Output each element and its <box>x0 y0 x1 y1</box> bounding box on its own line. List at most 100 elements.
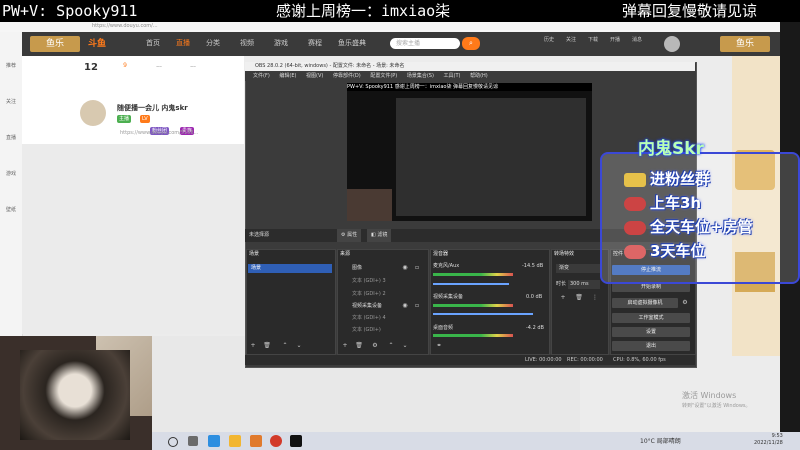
obs-titlebar[interactable]: OBS 28.0.2 (64-bit, windows) - 配置文件: 未命名… <box>245 62 695 71</box>
duration-input[interactable]: 300 ms <box>568 280 600 289</box>
properties-button[interactable]: ⚙ 属性 <box>337 229 362 242</box>
transition-select[interactable]: 渐变 <box>556 264 602 273</box>
eye-icon[interactable]: ◉ <box>400 264 410 272</box>
app-icon[interactable] <box>250 435 262 447</box>
search-icon[interactable] <box>168 437 178 447</box>
mixer-title: 混音器 <box>433 251 449 257</box>
add-scene-icon[interactable]: + <box>248 342 258 350</box>
weather-tray[interactable]: 10°C 局部晴朗 <box>640 436 681 445</box>
menu-docks[interactable]: 停靠部件(D) <box>333 71 361 81</box>
cpu-fps: CPU: 0.8%, 60.00 fps <box>613 357 666 363</box>
source-item[interactable]: 文本 (GDI+) <box>352 326 381 335</box>
move-down-icon[interactable]: ⌄ <box>400 342 410 350</box>
obs-statusbar: LIVE: 00:00:00 REC: 00:00:00 CPU: 0.8%, … <box>245 355 695 365</box>
rail-item-game[interactable]: 游戏 <box>3 170 19 186</box>
source-item[interactable]: 文本 (GDI+) 4 <box>352 314 386 323</box>
search-input[interactable]: 搜索主播 <box>390 38 460 49</box>
download-icon[interactable]: 下载 <box>584 36 602 43</box>
menu-help[interactable]: 帮助(H) <box>470 71 488 81</box>
obs-app-icon[interactable] <box>290 435 302 447</box>
source-item[interactable]: 文本 (GDI+) 3 <box>352 277 386 286</box>
add-transition-icon[interactable]: + <box>558 294 568 302</box>
duration-label: 时长 <box>556 281 567 287</box>
menu-file[interactable]: 文件(F) <box>253 71 270 81</box>
perk-text: 进粉丝群 <box>650 170 711 188</box>
source-item[interactable]: 文本 (GDI+) 2 <box>352 290 386 299</box>
remove-scene-icon[interactable]: 🗑 <box>262 342 272 350</box>
lock-icon[interactable]: ▫ <box>412 264 422 272</box>
rail-item-follow[interactable]: 关注 <box>3 98 19 114</box>
nav-live[interactable]: 直播 <box>176 38 190 48</box>
folder-icon[interactable] <box>229 435 241 447</box>
host-tag: LV <box>140 115 150 123</box>
gear-icon[interactable]: ⚙ <box>370 342 380 350</box>
virtual-camera-button[interactable]: 启动虚拟摄像机 <box>612 298 678 308</box>
more-icon[interactable]: ⋮ <box>590 294 600 302</box>
nav-home[interactable]: 首页 <box>146 38 160 48</box>
chat-area <box>22 144 244 334</box>
source-item[interactable]: 图像 <box>352 264 362 273</box>
message-icon[interactable]: 消息 <box>628 36 646 43</box>
task-stat: ... <box>190 62 196 69</box>
gear-icon[interactable]: ⚙ <box>680 299 690 307</box>
nav-festival[interactable]: 鱼乐盛典 <box>338 38 366 48</box>
task-view-icon[interactable] <box>188 436 198 446</box>
link-icon[interactable]: ⚭ <box>434 342 444 350</box>
studio-mode-button[interactable]: 工作室模式 <box>612 313 690 323</box>
source-item[interactable]: 视频采集设备 <box>352 302 382 311</box>
menu-profile[interactable]: 配置文件(P) <box>370 71 397 81</box>
mixer-channel-db: -4.2 dB <box>526 325 544 331</box>
menu-scene-collection[interactable]: 场景集合(S) <box>407 71 434 81</box>
heat-stat: ... <box>156 62 162 69</box>
menu-tools[interactable]: 工具(T) <box>444 71 461 81</box>
follow-icon[interactable]: 关注 <box>562 36 580 43</box>
rail-item-wallpaper[interactable]: 壁纸 <box>3 206 19 222</box>
site-logo-left[interactable]: 鱼乐 <box>30 36 80 52</box>
volume-slider[interactable] <box>433 313 533 315</box>
move-down-icon[interactable]: ⌄ <box>294 342 304 350</box>
stream-top-banner: PW+V: Spooky911 感谢上周榜一：imxiao柒 弹幕回复慢敬请见谅 <box>0 0 800 22</box>
taskbar-clock[interactable]: 9:53 2022/11/28 <box>754 433 783 447</box>
perk-line: 3天车位 <box>624 240 705 261</box>
filters-label: 滤镜 <box>377 232 388 238</box>
remove-transition-icon[interactable]: 🗑 <box>574 294 584 302</box>
search-button[interactable]: ⌕ <box>462 37 480 50</box>
perk-line: 全天车位+房管 <box>624 216 753 237</box>
brand-logo[interactable]: 斗鱼 <box>88 37 112 51</box>
scene-item[interactable]: 场景 <box>248 264 332 273</box>
history-icon[interactable]: 历史 <box>540 36 558 43</box>
lock-icon[interactable]: ▫ <box>412 302 422 310</box>
browser-app-icon[interactable] <box>270 435 282 447</box>
settings-button[interactable]: 设置 <box>612 327 690 337</box>
move-up-icon[interactable]: ⌃ <box>280 342 290 350</box>
exit-button[interactable]: 退出 <box>612 341 690 351</box>
add-source-icon[interactable]: + <box>340 342 350 350</box>
rail-item-live[interactable]: 直播 <box>3 134 19 150</box>
nav-schedule[interactable]: 赛程 <box>308 38 322 48</box>
site-logo-right[interactable]: 鱼乐 <box>720 36 770 52</box>
edge-icon[interactable] <box>208 435 220 447</box>
host-avatar[interactable] <box>80 100 106 126</box>
nav-category[interactable]: 分类 <box>206 38 220 48</box>
filters-button[interactable]: ◧ 滤镜 <box>367 229 392 242</box>
menu-edit[interactable]: 编辑(E) <box>279 71 296 81</box>
volume-meter <box>433 273 513 276</box>
obs-title-text: OBS 28.0.2 (64-bit, windows) - 配置文件: 未命名… <box>255 63 405 69</box>
clock-time: 9:53 <box>771 433 783 439</box>
fans-stat: 9 <box>123 62 127 69</box>
nav-video[interactable]: 视频 <box>240 38 254 48</box>
mixer-channel-name: 桌面音频 <box>433 325 454 331</box>
activate-windows-title: 激活 Windows <box>682 391 737 400</box>
move-up-icon[interactable]: ⌃ <box>386 342 396 350</box>
rail-item-recommend[interactable]: 推荐 <box>3 62 19 78</box>
rocket-icon <box>624 196 646 211</box>
nav-game[interactable]: 游戏 <box>274 38 288 48</box>
broadcast-icon[interactable]: 开播 <box>606 36 624 43</box>
eye-icon[interactable]: ◉ <box>400 302 410 310</box>
address-bar[interactable]: https://www.douyu.com/... <box>0 22 800 32</box>
rec-timer: REC: 00:00:00 <box>567 357 603 363</box>
volume-slider[interactable] <box>433 283 509 285</box>
menu-view[interactable]: 视图(V) <box>306 71 323 81</box>
remove-source-icon[interactable]: 🗑 <box>354 342 364 350</box>
user-avatar[interactable] <box>664 36 680 52</box>
